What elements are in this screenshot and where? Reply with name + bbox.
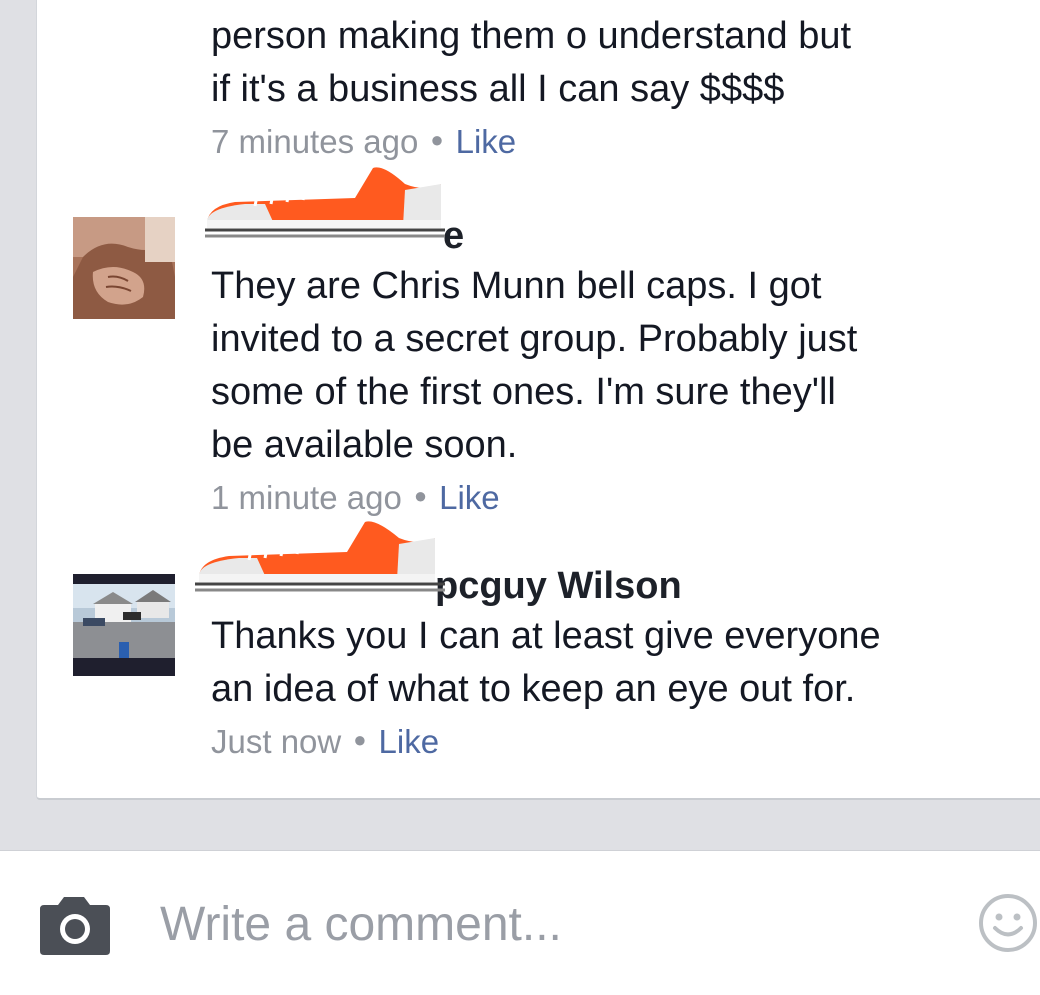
avatar-image xyxy=(73,574,175,676)
separator-dot: ● xyxy=(430,127,444,153)
avatar-image xyxy=(73,217,175,319)
author-name-visible: pcguy Wilson xyxy=(435,565,682,607)
like-link[interactable]: Like xyxy=(456,123,517,160)
comment-text: They are Chris Munn bell caps. I got inv… xyxy=(211,265,858,466)
comment-text: Thanks you I can at least give everyone … xyxy=(211,615,881,710)
smiley-icon[interactable] xyxy=(978,893,1038,953)
separator-dot: ● xyxy=(413,483,428,509)
sneaker-sticker-icon xyxy=(195,521,445,592)
author-name-visible: e xyxy=(443,215,465,257)
comment-author[interactable]: pcguy Wilson xyxy=(195,521,1011,608)
avatar[interactable] xyxy=(73,574,175,676)
comment-timestamp: 1 minute ago xyxy=(211,479,402,516)
comments-card: person making them o understand but if i… xyxy=(36,0,1040,800)
avatar[interactable] xyxy=(73,217,175,319)
separator-dot: ● xyxy=(353,727,367,753)
comment-composer: Write a comment... xyxy=(0,850,1040,995)
like-link[interactable]: Like xyxy=(379,723,440,760)
comment-body: e They are Chris Munn bell caps. I got i… xyxy=(205,167,1011,520)
camera-icon[interactable] xyxy=(36,895,112,957)
comment-text: person making them o understand but if i… xyxy=(211,15,852,110)
like-link[interactable]: Like xyxy=(439,479,500,516)
comment-meta: 1 minute ago ● Like xyxy=(211,478,1011,520)
comment-body: person making them o understand but if i… xyxy=(211,10,1011,164)
comment-meta: 7 minutes ago ● Like xyxy=(211,122,1011,164)
comment-body: pcguy Wilson Thanks you I can at least g… xyxy=(195,521,1011,764)
comment-timestamp: Just now xyxy=(211,723,342,760)
comment-author[interactable]: e xyxy=(205,167,1011,258)
comment-input[interactable]: Write a comment... xyxy=(160,897,562,953)
sneaker-sticker-icon xyxy=(205,167,445,238)
comment-meta: Just now ● Like xyxy=(211,722,1011,764)
comment-timestamp: 7 minutes ago xyxy=(211,123,419,160)
